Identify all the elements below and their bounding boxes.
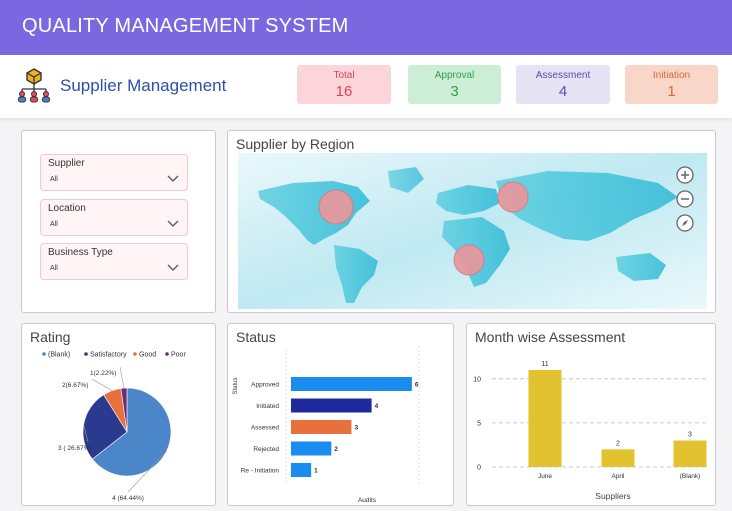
monthwise-card: Month wise Assessment 0 5 10 11 June 2 April 3(… <box>466 323 716 506</box>
kpi-initiation-value: 1 <box>667 83 676 100</box>
legend-label[interactable]: Poor <box>171 352 186 359</box>
category-label: Initiated <box>256 403 279 410</box>
category-label: April <box>611 473 625 480</box>
zoom-in-icon[interactable] <box>676 166 694 184</box>
status-card: Status Approved 6 Initiated 4 Assessed 3 Rejec… <box>227 323 454 506</box>
chevron-down-icon[interactable] <box>167 218 179 228</box>
data-label: 3 <box>688 432 692 439</box>
supplier-filter-value: All <box>50 176 58 183</box>
supplier-filter[interactable]: Supplier All <box>40 154 188 191</box>
legend-marker <box>165 352 169 356</box>
kpi-initiation-label: Initiation <box>652 70 691 81</box>
kpi-approval-value: 3 <box>450 83 459 100</box>
app-title: QUALITY MANAGEMENT SYSTEM <box>22 15 349 37</box>
data-label: 3 <box>354 425 358 432</box>
supplier-network-icon <box>18 68 50 103</box>
module-title: Supplier Management <box>60 76 227 95</box>
region-bubble-africa[interactable] <box>453 244 485 276</box>
business-type-filter[interactable]: Business Type All <box>40 243 188 280</box>
location-filter-value: All <box>50 221 58 228</box>
chevron-down-icon[interactable] <box>167 173 179 183</box>
pie-data-label: 2(6.67%) <box>62 382 88 389</box>
category-label: (Blank) <box>680 473 701 480</box>
zoom-out-icon[interactable] <box>676 190 694 208</box>
status-bar[interactable] <box>291 377 412 391</box>
business-type-filter-value: All <box>50 265 58 272</box>
filters-panel: Supplier All Location All Business Type … <box>21 130 216 313</box>
data-label: 1 <box>314 468 318 475</box>
x-axis-label: Suppliers <box>595 491 630 501</box>
pie-data-label: 4 (64.44%) <box>112 495 144 502</box>
kpi-assessment[interactable]: Assessment 4 <box>516 65 610 104</box>
month-bar[interactable] <box>528 370 562 467</box>
kpi-assessment-value: 4 <box>558 83 568 100</box>
module-header: Supplier Management Total 16 Approval 3 … <box>0 55 732 118</box>
month-bar[interactable] <box>601 449 635 467</box>
pie-data-label: 3 ( 26.67%) <box>58 445 92 452</box>
data-label: 4 <box>375 403 379 410</box>
location-filter-label: Location <box>48 203 86 214</box>
y-tick-label: 5 <box>477 420 481 427</box>
status-bar[interactable] <box>291 441 332 456</box>
category-label: Rejected <box>253 446 279 453</box>
pie-data-label: 1(2.22%) <box>90 370 116 377</box>
kpi-approval[interactable]: Approval 3 <box>408 65 501 104</box>
kpi-initiation[interactable]: Initiation 1 <box>625 65 718 104</box>
rating-pie-chart[interactable]: (Blank) Satisfactory Good Poor 4 (64.44%) 3 (… <box>22 324 217 507</box>
category-label: Re - Initiation <box>241 468 280 475</box>
legend-marker <box>133 352 137 356</box>
business-type-filter-label: Business Type <box>48 247 113 258</box>
legend-label[interactable]: (Blank) <box>48 352 70 359</box>
legend-label[interactable]: Satisfactory <box>90 352 127 359</box>
region-map-card: Supplier by Region <box>227 130 716 313</box>
data-label: 6 <box>415 382 419 389</box>
kpi-total-label: Total <box>333 70 355 81</box>
month-bar[interactable] <box>673 440 707 467</box>
world-map[interactable] <box>238 153 707 309</box>
monthwise-bar-chart[interactable]: 0 5 10 11 June 2 April 3 (Blank) Suppliers <box>467 324 717 507</box>
category-label: June <box>538 473 552 480</box>
kpi-approval-label: Approval <box>434 70 475 81</box>
data-label: 2 <box>334 446 338 453</box>
y-tick-label: 0 <box>477 465 481 472</box>
data-label: 11 <box>541 361 548 368</box>
category-label: Approved <box>251 382 279 389</box>
region-bubble-north-america[interactable] <box>318 189 354 225</box>
status-bar[interactable] <box>291 420 352 434</box>
location-filter[interactable]: Location All <box>40 199 188 236</box>
status-bar[interactable] <box>291 463 312 477</box>
rating-card: Rating (Blank) Satisfactory Good Poor 4 (64.… <box>21 323 216 506</box>
region-bubble-europe[interactable] <box>497 181 529 213</box>
kpi-total[interactable]: Total 16 <box>297 65 391 104</box>
y-tick-label: 10 <box>473 376 481 383</box>
data-label: 2 <box>616 440 620 447</box>
status-bar[interactable] <box>291 398 372 413</box>
kpi-total-value: 16 <box>335 83 353 100</box>
status-bar-chart[interactable]: Approved 6 Initiated 4 Assessed 3 Rejected 2 Re … <box>228 324 455 507</box>
pie-leader-line <box>119 366 125 389</box>
pie-leader-line <box>91 378 113 391</box>
x-axis-label: Audits <box>358 497 377 504</box>
supplier-filter-label: Supplier <box>48 158 85 169</box>
legend-marker <box>84 352 88 356</box>
region-map-title: Supplier by Region <box>236 136 355 152</box>
legend-marker <box>42 352 46 356</box>
legend-label[interactable]: Good <box>139 352 156 359</box>
kpi-assessment-label: Assessment <box>535 70 591 81</box>
compass-icon[interactable] <box>676 214 694 232</box>
category-label: Assessed <box>251 425 280 432</box>
top-bar: QUALITY MANAGEMENT SYSTEM <box>0 0 732 55</box>
chevron-down-icon[interactable] <box>167 262 179 272</box>
y-axis-label: Status <box>233 377 239 394</box>
